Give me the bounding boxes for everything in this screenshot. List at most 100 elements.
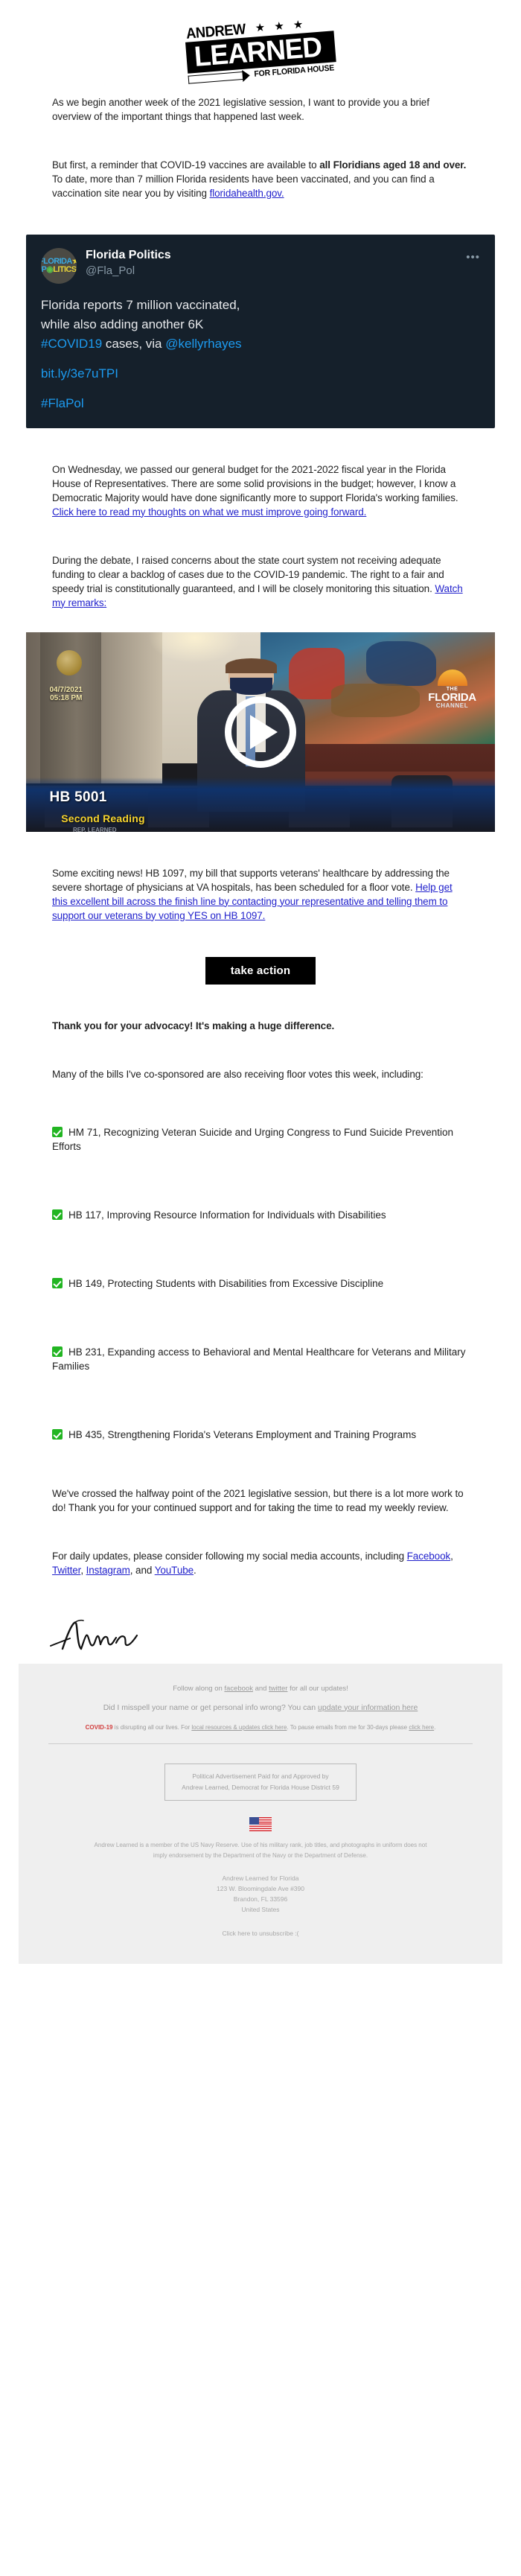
vaccine-eligibility-bold: all Floridians aged 18 and over. (319, 159, 467, 171)
courts-text: During the debate, I raised concerns abo… (52, 554, 444, 594)
green-check-icon (52, 1346, 63, 1357)
floridahealth-link[interactable]: floridahealth.gov. (210, 188, 284, 199)
tweet-text-line-3: #COVID19 cases, via @kellyrhayes (41, 334, 480, 354)
email-page: ANDREW ★ ★ ★ LEARNED FOR FLORIDA HOUSE A… (0, 0, 521, 1964)
address-line-2: 123 W. Bloomingdale Ave #390 (217, 1884, 304, 1892)
update-pre: Did I misspell your name or get personal… (103, 1702, 319, 1712)
arrow-icon (188, 71, 244, 84)
tweet-url-line: bit.ly/3e7uTPI (41, 364, 480, 384)
covid-label: COVID-19 (85, 1723, 113, 1731)
political-disclaimer-box: Political Advertisement Paid for and App… (164, 1763, 357, 1801)
bill-label: HB 149, Protecting Students with Disabil… (68, 1278, 384, 1289)
covid-end: . (434, 1723, 436, 1731)
ceiling-light-glow (147, 632, 242, 664)
unsubscribe-line: Click here to unsubscribe :( (41, 1928, 480, 1939)
more-options-icon[interactable]: ••• (466, 248, 480, 264)
tweet-text-line-1: Florida reports 7 million vaccinated, (41, 297, 240, 312)
follow-mid: and (252, 1684, 269, 1693)
bill-list-item: HB 435, Strengthening Florida's Veterans… (52, 1428, 469, 1442)
address-line-3: Brandon, FL 33596 (233, 1895, 288, 1903)
green-check-icon (52, 1429, 63, 1440)
social-text: For daily updates, please consider follo… (52, 1550, 407, 1562)
social-period: . (194, 1564, 196, 1576)
timestamp-time: 05:18 PM (50, 693, 83, 702)
logo-lockup: ANDREW ★ ★ ★ LEARNED FOR FLORIDA HOUSE (184, 13, 337, 84)
speaker-hair (225, 658, 278, 674)
footer-twitter-link[interactable]: twitter (269, 1685, 287, 1693)
vaccine-paragraph: But first, a reminder that COVID-19 vacc… (52, 158, 469, 200)
covid-mid: . To pause emails from me for 30-days pl… (287, 1723, 409, 1731)
footer-covid-line: COVID-19 is disrupting all our lives. Fo… (41, 1723, 480, 1733)
tweet-text-mid: cases, via (102, 336, 166, 351)
social-sep-2: , (80, 1564, 86, 1576)
avatar-line-2: P◉LITICS (41, 264, 77, 274)
bills-section: Many of the bills I've co-sponsored are … (0, 1067, 521, 1443)
unsubscribe-link[interactable]: Click here to unsubscribe :( (223, 1930, 299, 1937)
local-resources-link[interactable]: local resources & updates click here (191, 1724, 287, 1731)
channel-word: CHANNEL (435, 702, 469, 710)
tweet-text: Florida reports 7 million vaccinated, wh… (41, 296, 480, 413)
closing-section: We've crossed the halfway point of the 2… (0, 1486, 521, 1577)
twitter-link[interactable]: Twitter (52, 1565, 80, 1576)
take-action-button[interactable]: take action (205, 956, 316, 985)
hashtag-flapol-link[interactable]: #FlaPol (41, 396, 84, 410)
intro-paragraph: As we begin another week of the 2021 leg… (52, 96, 429, 122)
tweet-display-name: Florida Politics (86, 248, 171, 261)
navy-line-1: Andrew Learned is a member of the US Nav… (94, 1841, 427, 1848)
footer-facebook-link[interactable]: facebook (224, 1685, 253, 1693)
painting-shape-c (330, 683, 421, 717)
hb1097-section: Some exciting news! HB 1097, my bill tha… (0, 866, 521, 923)
video-thumbnail[interactable]: 04/7/2021 05:18 PM THE FLORIDA CHANNEL H… (26, 632, 495, 832)
signature-image (50, 1619, 138, 1650)
social-paragraph: For daily updates, please consider follo… (52, 1549, 469, 1577)
footer-update-line: Did I misspell your name or get personal… (41, 1702, 480, 1714)
avatar: FLORIDA★ P◉LITICS (41, 247, 77, 284)
disclaimer-line-2: Andrew Learned, Democrat for Florida Hou… (182, 1783, 339, 1791)
closing-paragraph: We've crossed the halfway point of the 2… (52, 1487, 464, 1513)
florida-state-seal-icon (56, 649, 82, 675)
vaccine-text-pre: But first, a reminder that COVID-19 vacc… (52, 159, 320, 171)
bill-list-item: HB 117, Improving Resource Information f… (52, 1208, 469, 1222)
instagram-link[interactable]: Instagram (86, 1565, 130, 1576)
tweet-embed[interactable]: FLORIDA★ P◉LITICS Florida Politics @Fla_… (0, 234, 521, 428)
pause-emails-link[interactable]: click here (409, 1724, 434, 1731)
budget-thoughts-link[interactable]: Click here to read my thoughts on what w… (52, 506, 366, 518)
play-icon[interactable] (225, 696, 296, 768)
follow-post: for all our updates! (287, 1684, 348, 1693)
youtube-link[interactable]: YouTube (155, 1565, 194, 1576)
navy-line-2: imply endorsement by the Department of t… (153, 1851, 368, 1859)
speaker-name-label: REP. LEARNED (73, 826, 117, 832)
budget-paragraph: On Wednesday, we passed our general budg… (52, 462, 469, 519)
footer-follow-line: Follow along on facebook and twitter for… (41, 1683, 480, 1694)
thanks-section: Thank you for your advocacy! It's making… (0, 1019, 521, 1033)
facebook-link[interactable]: Facebook (407, 1551, 451, 1562)
face-mask-icon (229, 678, 273, 695)
tweet-card[interactable]: FLORIDA★ P◉LITICS Florida Politics @Fla_… (26, 234, 495, 428)
address-line-1: Andrew Learned for Florida (222, 1874, 299, 1882)
update-information-link[interactable]: update your information here (318, 1703, 418, 1712)
thanks-bold: Thank you for your advocacy! It's making… (52, 1020, 335, 1031)
bill-label: HM 71, Recognizing Veteran Suicide and U… (52, 1127, 454, 1152)
follow-pre: Follow along on (173, 1684, 225, 1693)
disclaimer-line-1: Political Advertisement Paid for and App… (192, 1772, 329, 1780)
mention-kellyrhayes-link[interactable]: @kellyrhayes (165, 337, 241, 351)
tweet-identity: Florida Politics @Fla_Pol (86, 248, 466, 278)
bitly-link[interactable]: bit.ly/3e7uTPI (41, 366, 118, 381)
us-flag-icon (249, 1816, 272, 1831)
tweet-text-line-2: while also adding another 6K (41, 317, 204, 331)
sun-icon (437, 670, 467, 687)
hb1097-paragraph: Some exciting news! HB 1097, my bill tha… (52, 866, 469, 923)
signature-section (0, 1612, 521, 1664)
email-footer: Follow along on facebook and twitter for… (19, 1663, 502, 1964)
navy-disclaimer: Andrew Learned is a member of the US Nav… (41, 1840, 480, 1861)
video-embed[interactable]: 04/7/2021 05:18 PM THE FLORIDA CHANNEL H… (0, 632, 521, 832)
bill-list-item: HB 149, Protecting Students with Disabil… (52, 1276, 469, 1291)
social-sep-3: , and (130, 1564, 155, 1576)
hashtag-covid19-link[interactable]: #COVID19 (41, 337, 102, 351)
thanks-text: Thank you for your advocacy! It's making… (52, 1019, 469, 1033)
timestamp-date: 04/7/2021 (49, 685, 83, 694)
green-check-icon (52, 1209, 63, 1220)
intro-section: As we begin another week of the 2021 leg… (0, 95, 521, 200)
footer-divider (48, 1743, 473, 1744)
courts-paragraph: During the debate, I raised concerns abo… (52, 553, 469, 610)
